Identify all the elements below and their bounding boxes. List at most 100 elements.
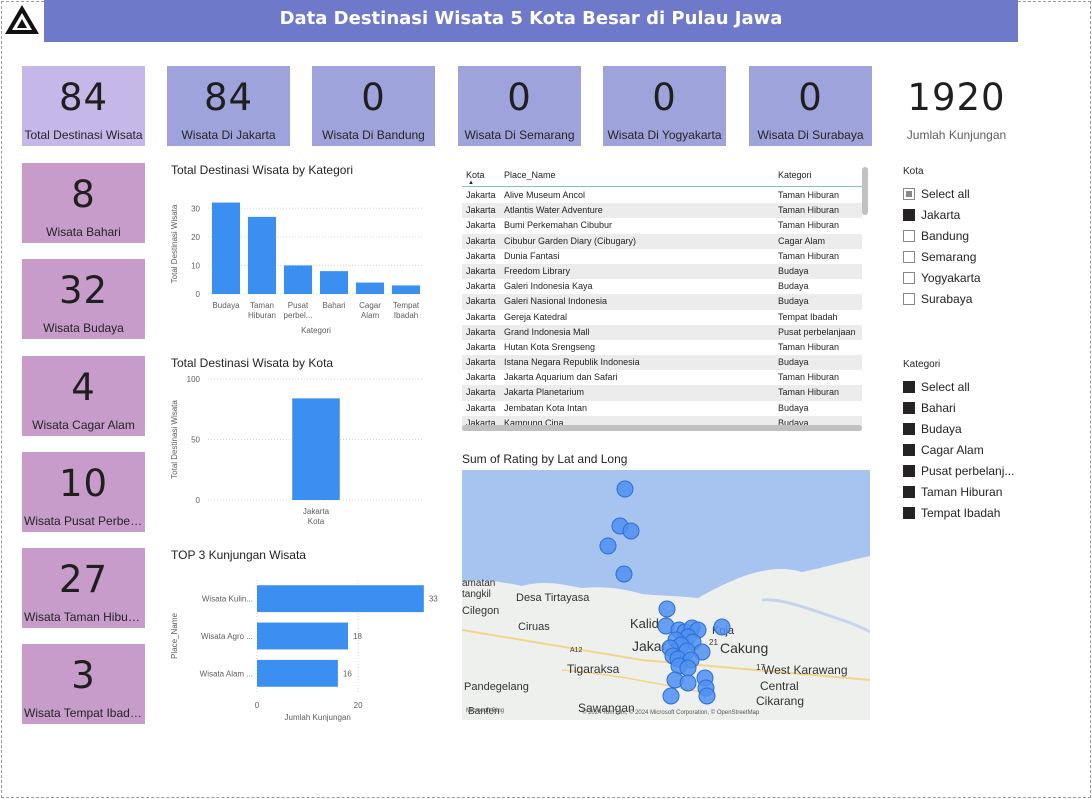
- table-row[interactable]: Jakarta Gereja Katedral Tempat Ibadah: [462, 310, 862, 325]
- bar[interactable]: [247, 216, 277, 294]
- x-tick-label: Cagar: [359, 301, 381, 310]
- card-wisata-tempat-ibadah[interactable]: 3 Wisata Tempat Ibadah: [22, 644, 145, 724]
- card-wisata-semarang[interactable]: 0 Wisata Di Semarang: [458, 66, 581, 146]
- slicer-item[interactable]: Yogyakarta: [903, 267, 981, 288]
- bar[interactable]: [257, 659, 338, 687]
- map-marker[interactable]: [662, 687, 680, 705]
- table-row[interactable]: Jakarta Alive Museum Ancol Taman Hiburan: [462, 188, 862, 203]
- card-wisata-taman-hiburan[interactable]: 27 Wisata Taman Hiburan: [22, 548, 145, 628]
- checkbox-icon[interactable]: [903, 485, 915, 498]
- table-row[interactable]: Jakarta Istana Negara Republik Indonesia B…: [462, 355, 862, 371]
- map-marker[interactable]: [713, 618, 731, 636]
- slicer-kategori[interactable]: Kategori Select all Bahari Budaya Cagar Ala…: [903, 359, 1014, 523]
- table-row[interactable]: Jakarta Freedom Library Budaya: [462, 263, 862, 280]
- checkbox-icon[interactable]: [903, 208, 915, 221]
- card-wisata-bandung[interactable]: 0 Wisata Di Bandung: [312, 66, 435, 146]
- card-wisata-cagar-alam[interactable]: 4 Wisata Cagar Alam: [22, 356, 145, 436]
- table-row[interactable]: Jakarta Galeri Nasional Indonesia Budaya: [462, 294, 862, 310]
- slicer-item[interactable]: Cagar Alam: [903, 439, 1014, 460]
- checkbox-icon[interactable]: [903, 271, 915, 284]
- bar[interactable]: [391, 285, 421, 294]
- scroll-thumb[interactable]: [862, 167, 868, 215]
- table-row[interactable]: Jakarta Galeri Indonesia Kaya Budaya: [462, 279, 862, 294]
- map-place-label: amatan: [462, 578, 495, 589]
- cell-kategori: Taman Hiburan: [778, 205, 840, 216]
- card-wisata-bahari[interactable]: 8 Wisata Bahari: [22, 163, 145, 243]
- col-header-kota[interactable]: Kota: [466, 170, 485, 180]
- bar[interactable]: [319, 271, 349, 294]
- checkbox-icon[interactable]: [903, 380, 915, 393]
- map-marker[interactable]: [615, 565, 633, 583]
- slicer-item[interactable]: Select all: [903, 376, 1014, 397]
- map-marker[interactable]: [616, 480, 634, 498]
- card-total-destinasi[interactable]: 84 Total Destinasi Wisata: [22, 66, 145, 146]
- table-row[interactable]: Jakarta Jembatan Kota Intan Budaya: [462, 401, 862, 416]
- x-axis-title: Kategori: [301, 326, 331, 335]
- card-wisata-budaya[interactable]: 32 Wisata Budaya: [22, 259, 145, 339]
- checkbox-icon[interactable]: [903, 464, 915, 477]
- destinasi-table[interactable]: Kota ▲ Place_Name Kategori Jakarta Alive …: [462, 163, 870, 431]
- table-horizontal-scrollbar[interactable]: [462, 425, 862, 431]
- table-row[interactable]: Jakarta Bumi Perkemahan Cibubur Taman Hibu…: [462, 218, 862, 233]
- map-place-label: Desa Tirtayasa: [516, 592, 590, 604]
- checkbox-icon[interactable]: [903, 250, 915, 263]
- checkbox-icon[interactable]: [903, 229, 915, 242]
- bar[interactable]: [257, 622, 348, 650]
- slicer-item[interactable]: Tempat Ibadah: [903, 502, 1014, 523]
- card-jumlah-kunjungan[interactable]: 1920 Jumlah Kunjungan: [895, 66, 1018, 146]
- bar[interactable]: [283, 265, 313, 294]
- slicer-item[interactable]: Select all: [903, 183, 981, 204]
- cell-kota: Jakarta: [466, 357, 496, 368]
- cell-kategori: Taman Hiburan: [778, 341, 840, 352]
- table-row[interactable]: Jakarta Atlantis Water Adventure Taman Hib…: [462, 203, 862, 219]
- card-wisata-jakarta[interactable]: 84 Wisata Di Jakarta: [167, 66, 290, 146]
- slicer-item[interactable]: Surabaya: [903, 288, 981, 309]
- card-wisata-pusat-perbelanjaan[interactable]: 10 Wisata Pusat Perbela...: [22, 452, 145, 532]
- card-wisata-surabaya[interactable]: 0 Wisata Di Surabaya: [749, 66, 872, 146]
- table-row[interactable]: Jakarta Cibubur Garden Diary (Cibugary) Ca…: [462, 233, 862, 249]
- col-header-kategori[interactable]: Kategori: [778, 170, 812, 180]
- chart-kota[interactable]: 0 50 100 JakartaKota Total Destinasi Wisata: [168, 372, 438, 532]
- card-wisata-yogyakarta[interactable]: 0 Wisata Di Yogyakarta: [603, 66, 726, 146]
- slicer-item[interactable]: Jakarta: [903, 204, 981, 225]
- table-row[interactable]: Jakarta Dunia Fantasi Taman Hiburan: [462, 249, 862, 264]
- bar[interactable]: [292, 398, 340, 500]
- cell-kota: Jakarta: [466, 326, 496, 337]
- checkbox-icon[interactable]: [903, 401, 915, 414]
- table-vertical-scrollbar[interactable]: [862, 167, 868, 431]
- rating-map[interactable]: Desa TirtayasaCiruasKalidJakarCakungKoja…: [462, 470, 870, 720]
- map-marker[interactable]: [679, 659, 697, 677]
- checkbox-icon[interactable]: [903, 292, 915, 305]
- checkbox-icon[interactable]: [903, 422, 915, 435]
- slicer-item[interactable]: Semarang: [903, 246, 981, 267]
- slicer-kategori-title: Kategori: [903, 359, 941, 370]
- card-value: 0: [652, 76, 677, 119]
- slicer-item[interactable]: Budaya: [903, 418, 1014, 439]
- col-header-place-name[interactable]: Place_Name: [504, 170, 556, 180]
- card-value: 3: [71, 654, 96, 697]
- map-marker[interactable]: [698, 687, 716, 705]
- table-row[interactable]: Jakarta Grand Indonesia Mall Pusat perbela…: [462, 324, 862, 340]
- map-marker[interactable]: [658, 600, 676, 618]
- slicer-item[interactable]: Bahari: [903, 397, 1014, 418]
- bar[interactable]: [355, 282, 385, 294]
- slicer-kota[interactable]: Kota Select all Jakarta Bandung Semarang Yog…: [903, 166, 981, 309]
- chart-top3[interactable]: 0 20 Wisata Kulin... 33 Wisata Agro ... 18 Wis…: [168, 566, 438, 726]
- table-row[interactable]: Jakarta Jakarta Planetarium Taman Hiburan: [462, 385, 862, 401]
- slicer-item[interactable]: Pusat perbelanj...: [903, 460, 1014, 481]
- bar[interactable]: [211, 202, 241, 294]
- slicer-item[interactable]: Taman Hiburan: [903, 481, 1014, 502]
- table-row[interactable]: Jakarta Jakarta Aquarium dan Safari Taman …: [462, 370, 862, 385]
- map-marker[interactable]: [679, 674, 697, 692]
- bar[interactable]: [257, 585, 424, 613]
- table-row[interactable]: Jakarta Hutan Kota Srengseng Taman Hiburan: [462, 340, 862, 355]
- map-marker[interactable]: [622, 522, 640, 540]
- chart-kategori[interactable]: 0 10 20 30 Budaya TamanHiburan Pusatperbel... B…: [168, 180, 438, 340]
- checkbox-icon[interactable]: [903, 187, 915, 200]
- checkbox-icon[interactable]: [903, 443, 915, 456]
- map-marker[interactable]: [599, 537, 617, 555]
- y-tick-label: 0: [196, 290, 201, 299]
- slicer-item[interactable]: Bandung: [903, 225, 981, 246]
- checkbox-icon[interactable]: [903, 506, 915, 519]
- slicer-item-label: Jakarta: [921, 207, 961, 222]
